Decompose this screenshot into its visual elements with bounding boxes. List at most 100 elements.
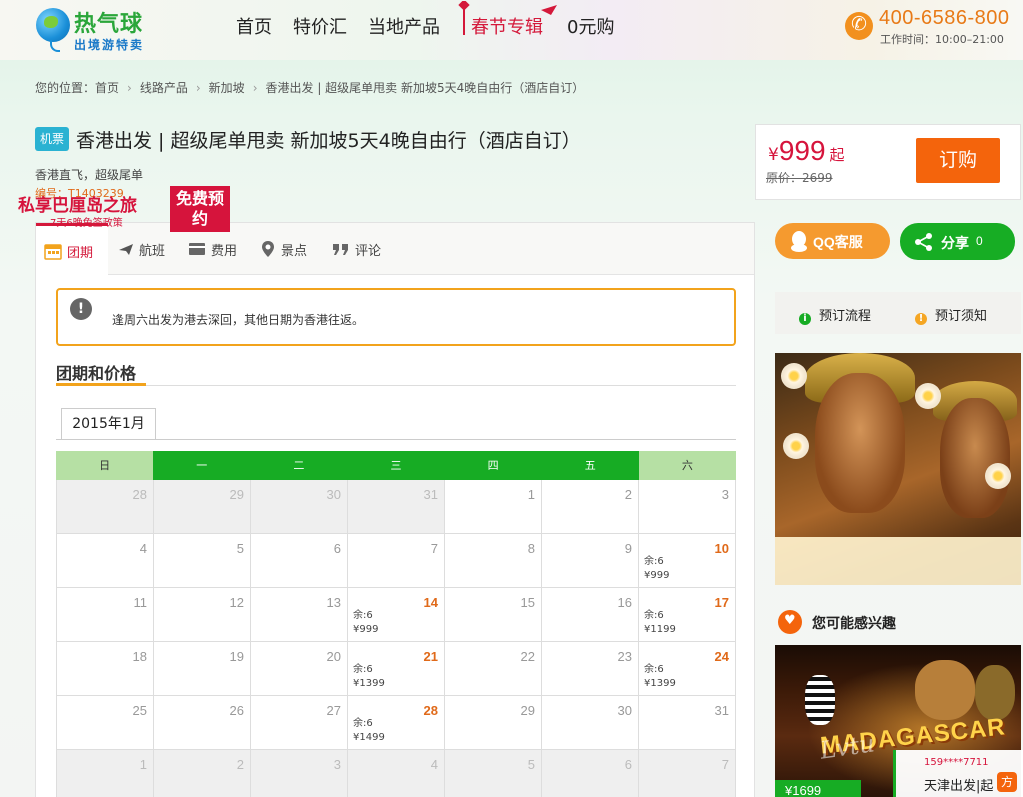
seats-left: 余:6: [353, 664, 373, 675]
booking-links: i 预订流程 ! 预订须知: [775, 292, 1021, 334]
page-title: 香港出发 | 超级尾单甩卖 新加坡5天4晚自由行（酒店自订）: [76, 130, 581, 152]
calendar-day: 7: [348, 534, 445, 588]
order-button[interactable]: 订购: [916, 138, 1000, 183]
calendar-day: 29: [445, 696, 542, 750]
tab-sights-label: 景点: [281, 243, 308, 259]
calendar-day: 5: [445, 750, 542, 797]
share-icon: [915, 233, 932, 251]
seats-and-price: 余:6 ¥1499: [353, 717, 385, 745]
calendar-week-row: 1 2 3 4 5 6 7: [56, 750, 736, 797]
weekday-header: 六: [638, 451, 736, 480]
tab-flight[interactable]: 航班: [118, 223, 165, 275]
chevron-right-icon: ›: [195, 80, 201, 95]
banner-subtitle: 7天6晚免签政策: [50, 218, 123, 229]
calendar-day: 1: [56, 750, 154, 797]
day-number: 4: [430, 757, 438, 772]
tab-fees-label: 费用: [211, 243, 238, 259]
seats-and-price: 余:6 ¥999: [353, 609, 378, 637]
calendar-week-row: 4 5 6 7 8 9 10 余:6 ¥999: [56, 534, 736, 588]
qq-service-button[interactable]: QQ客服: [775, 223, 890, 259]
booking-notice-link[interactable]: ! 预订须知: [915, 305, 987, 325]
calendar-weekday-header: 日一二三四五六: [56, 451, 736, 480]
day-number: 30: [617, 703, 632, 718]
nav-spring-festival[interactable]: 春节专辑: [458, 1, 557, 39]
nav-specials[interactable]: 特价汇: [293, 13, 347, 39]
day-number: 30: [326, 487, 341, 502]
weekday-header: 四: [444, 451, 542, 480]
banner-badge[interactable]: 免费预约: [170, 186, 230, 232]
weekday-header: 三: [347, 451, 445, 480]
calendar-day-available[interactable]: 14 余:6 ¥999: [348, 588, 445, 642]
tab-sights[interactable]: 景点: [260, 223, 307, 275]
ticket-tag: 机票: [35, 127, 69, 151]
calendar-day-available[interactable]: 17 余:6 ¥1199: [639, 588, 736, 642]
seats-and-price: 余:6 ¥1399: [644, 663, 676, 691]
day-price: ¥1499: [353, 732, 385, 743]
breadcrumb-home[interactable]: 首页: [95, 79, 119, 96]
day-number: 22: [520, 649, 535, 664]
calendar-day: 4: [348, 750, 445, 797]
day-number: 26: [229, 703, 244, 718]
site-logo[interactable]: 热气球 出境游特卖: [36, 6, 160, 54]
weekday-header: 五: [541, 451, 639, 480]
calendar-day-available[interactable]: 10 余:6 ¥999: [639, 534, 736, 588]
seats-left: 余:6: [353, 718, 373, 729]
calendar-day: 5: [154, 534, 251, 588]
day-number: 21: [423, 649, 438, 664]
calendar-day: 13: [251, 588, 348, 642]
recommendations-title: 您可能感兴趣: [778, 610, 896, 634]
chinese-knot-icon: [458, 1, 470, 35]
day-price: ¥1399: [644, 678, 676, 689]
calendar: 日一二三四五六 28 29 30 31 1 2 3 4 5 6 7 8 9 10 余:6 ¥999 11 12 13…: [56, 451, 736, 797]
current-price: ¥999 起: [768, 135, 845, 167]
seats-and-price: 余:6 ¥999: [644, 555, 669, 583]
tab-reviews[interactable]: 评论: [332, 223, 381, 275]
breadcrumb-current: 香港出发 | 超级尾单甩卖 新加坡5天4晚自由行（酒店自订）: [265, 81, 585, 95]
seats-and-price: 余:6 ¥1399: [353, 663, 385, 691]
calendar-day: 11: [56, 588, 154, 642]
wallet-icon: [189, 243, 205, 255]
frangipani-icon: [783, 433, 809, 459]
nav-local-products[interactable]: 当地产品: [368, 13, 440, 39]
section-divider: [56, 385, 736, 386]
calendar-day-available[interactable]: 28 余:6 ¥1499: [348, 696, 445, 750]
tab-schedule-label: 团期: [67, 245, 94, 261]
calendar-day: 3: [251, 750, 348, 797]
day-number: 19: [229, 649, 244, 664]
calendar-day: 7: [639, 750, 736, 797]
main-nav: 首页 特价汇 当地产品 春节专辑 0元购: [236, 1, 635, 39]
calendar-day-available[interactable]: 24 余:6 ¥1399: [639, 642, 736, 696]
tab-schedule[interactable]: 团期: [36, 223, 108, 276]
calendar-day: 31: [639, 696, 736, 750]
calendar-day: 8: [445, 534, 542, 588]
day-number: 11: [133, 595, 148, 610]
day-number: 1: [139, 757, 147, 772]
day-number: 17: [714, 595, 729, 610]
month-tab[interactable]: 2015年1月: [61, 408, 156, 440]
character-figure: [975, 665, 1015, 720]
share-button[interactable]: 分享 0: [900, 223, 1015, 260]
weekday-header: 日: [56, 451, 154, 480]
order-notification-popup[interactable]: 159****7711 天津出发|起 方: [893, 750, 1023, 797]
bali-promo-banner[interactable]: [775, 353, 1021, 585]
day-number: 27: [326, 703, 341, 718]
day-number: 6: [624, 757, 632, 772]
nav-zero-yuan[interactable]: 0元购: [567, 13, 614, 39]
day-number: 10: [714, 541, 729, 556]
calendar-day: 9: [542, 534, 639, 588]
chevron-right-icon: ›: [127, 80, 132, 95]
calendar-day: 27: [251, 696, 348, 750]
calendar-day: 30: [542, 696, 639, 750]
section-title: 团期和价格: [56, 364, 137, 383]
calendar-day-available[interactable]: 21 余:6 ¥1399: [348, 642, 445, 696]
day-number: 7: [721, 757, 729, 772]
zebra-figure: [805, 675, 835, 725]
original-price: 原价：2699: [766, 171, 833, 185]
nav-home[interactable]: 首页: [236, 13, 272, 39]
day-number: 2: [236, 757, 244, 772]
booking-process-link[interactable]: i 预订流程: [799, 305, 871, 325]
breadcrumb-products[interactable]: 线路产品: [140, 79, 188, 96]
calendar-day: 12: [154, 588, 251, 642]
day-number: 8: [527, 541, 535, 556]
breadcrumb-singapore[interactable]: 新加坡: [209, 79, 245, 96]
